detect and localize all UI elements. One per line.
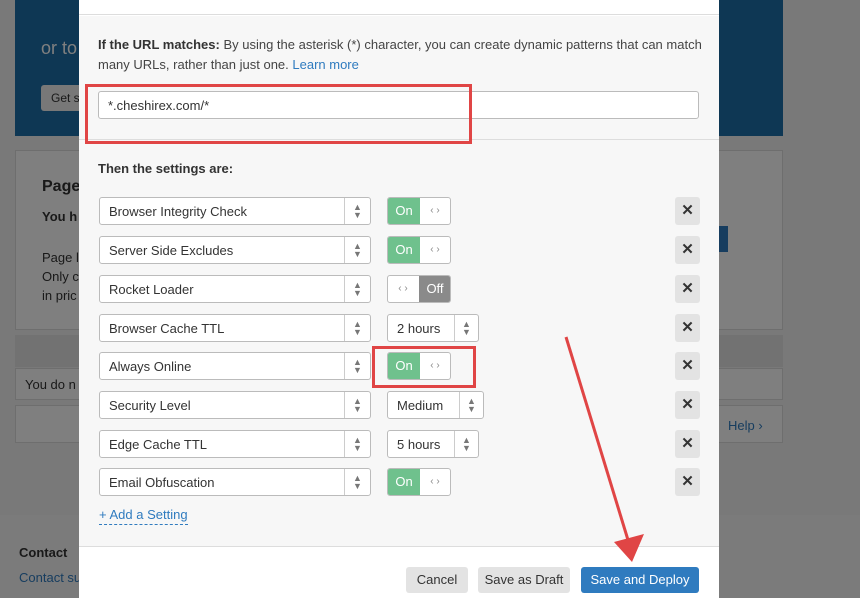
annotation-arrow-icon <box>564 336 644 562</box>
